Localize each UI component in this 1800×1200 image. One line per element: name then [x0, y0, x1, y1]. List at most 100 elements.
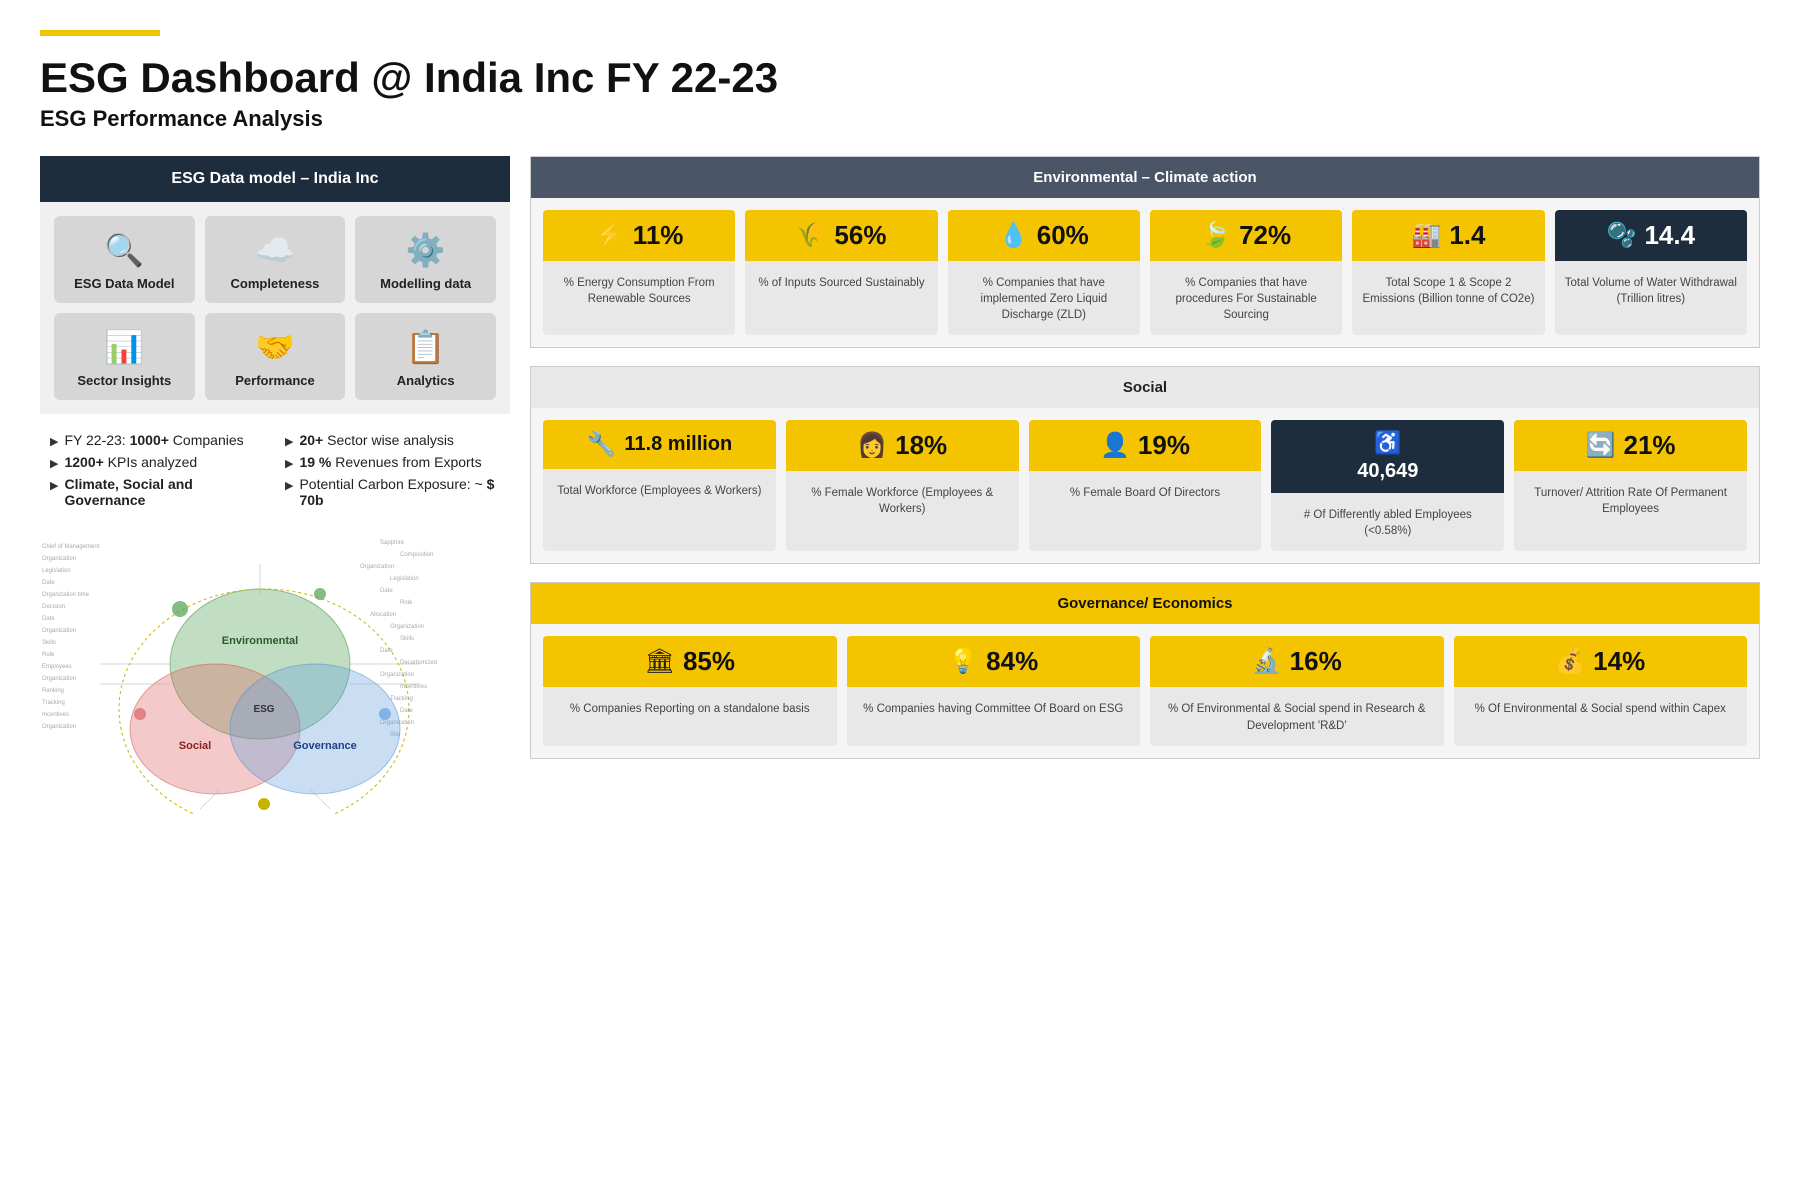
scope-value: 1.4	[1449, 220, 1485, 251]
gov-metric-committee: 💡 84% % Companies having Committee Of Bo…	[847, 636, 1141, 745]
female-board-value: 19%	[1138, 430, 1190, 461]
environmental-cards: ⚡ 11% % Energy Consumption From Renewabl…	[531, 198, 1759, 347]
env-metric-zld: 💧 60% % Companies that have implemented …	[948, 210, 1140, 335]
svg-text:Organization: Organization	[360, 564, 394, 570]
analytics-label: Analytics	[397, 373, 455, 388]
svg-text:Organization: Organization	[42, 628, 76, 634]
left-panel: ESG Data model – India Inc 🔍 ESG Data Mo…	[40, 156, 510, 814]
svg-text:Ranking: Ranking	[42, 688, 64, 694]
zld-label: % Companies that have implemented Zero L…	[958, 275, 1130, 323]
env-metric-water: 🫧 14.4 Total Volume of Water Withdrawal …	[1555, 210, 1747, 335]
svg-text:Composition: Composition	[400, 552, 433, 558]
performance-icon: 🤝	[255, 331, 295, 363]
card-sector-insights[interactable]: 📊 Sector Insights	[54, 313, 195, 400]
card-performance[interactable]: 🤝 Performance	[205, 313, 346, 400]
social-cards: 🔧 11.8 million Total Workforce (Employee…	[531, 408, 1759, 563]
arrow-icon: ▶	[285, 435, 293, 448]
capex-value: 14%	[1593, 646, 1645, 677]
card-esg-data-model[interactable]: 🔍 ESG Data Model	[54, 216, 195, 303]
svg-text:Organization: Organization	[42, 556, 76, 562]
completeness-icon: ☁️	[255, 234, 295, 266]
analytics-icon: 📋	[406, 331, 446, 363]
energy-icon: ⚡	[595, 221, 625, 250]
svg-text:Organization: Organization	[42, 676, 76, 682]
social-metric-female-board: 👤 19% % Female Board Of Directors	[1029, 420, 1262, 551]
capex-label: % Of Environmental & Social spend within…	[1475, 701, 1726, 717]
svg-text:Date: Date	[400, 708, 413, 714]
card-completeness[interactable]: ☁️ Completeness	[205, 216, 346, 303]
female-workforce-icon: 👩	[857, 431, 887, 460]
svg-text:Date: Date	[380, 648, 393, 654]
sourcing-label: % Companies that have procedures For Sus…	[1160, 275, 1332, 323]
model-grid: 🔍 ESG Data Model ☁️ Completeness ⚙️ Mode…	[40, 202, 510, 414]
rnd-label: % Of Environmental & Social spend in Res…	[1160, 701, 1434, 733]
bullet-climate: ▶ Climate, Social and Governance	[50, 476, 265, 508]
governance-cards: 🏛 85% % Companies Reporting on a standal…	[531, 624, 1759, 757]
svg-text:Date: Date	[42, 580, 55, 586]
sector-insights-label: Sector Insights	[77, 373, 171, 388]
performance-label: Performance	[235, 373, 314, 388]
rnd-icon: 🔬	[1252, 647, 1282, 676]
turnover-icon: 🔄	[1586, 431, 1616, 460]
svg-text:Legislation: Legislation	[390, 576, 419, 582]
svg-text:Environmental: Environmental	[222, 635, 298, 647]
svg-text:Incentives: Incentives	[42, 712, 69, 718]
reporting-label: % Companies Reporting on a standalone ba…	[570, 701, 810, 717]
zld-value: 60%	[1037, 220, 1089, 251]
differently-abled-value: 40,649	[1357, 460, 1418, 483]
svg-text:Tracking: Tracking	[42, 700, 65, 706]
social-metric-workforce: 🔧 11.8 million Total Workforce (Employee…	[543, 420, 776, 551]
bullet-kpis: ▶ 1200+ KPIs analyzed	[50, 454, 265, 470]
svg-text:Employees: Employees	[42, 664, 72, 670]
turnover-value: 21%	[1624, 430, 1676, 461]
left-panel-header: ESG Data model – India Inc	[40, 156, 510, 202]
scope-label: Total Scope 1 & Scope 2 Emissions (Billi…	[1362, 275, 1534, 307]
sector-insights-icon: 📊	[104, 331, 144, 363]
svg-text:Legislation: Legislation	[42, 568, 71, 574]
env-metric-sourcing: 🍃 72% % Companies that have procedures F…	[1150, 210, 1342, 335]
social-metric-differently-abled: ♿ 40,649 # Of Differently abled Employee…	[1271, 420, 1504, 551]
venn-diagram: Chief of Management Organization Legisla…	[40, 534, 510, 814]
gov-metric-reporting: 🏛 85% % Companies Reporting on a standal…	[543, 636, 837, 745]
energy-label: % Energy Consumption From Renewable Sour…	[553, 275, 725, 307]
bullet-section: ▶ FY 22-23: 1000+ Companies ▶ 1200+ KPIs…	[40, 414, 510, 524]
svg-text:Sapphire: Sapphire	[380, 540, 405, 546]
esg-data-model-label: ESG Data Model	[74, 276, 174, 291]
bullet-companies: ▶ FY 22-23: 1000+ Companies	[50, 432, 265, 448]
social-header: Social	[531, 367, 1759, 408]
arrow-icon: ▶	[285, 457, 293, 470]
workforce-value: 11.8 million	[624, 433, 732, 456]
sourcing-value: 72%	[1239, 220, 1291, 251]
completeness-label: Completeness	[231, 276, 320, 291]
svg-text:Date: Date	[380, 588, 393, 594]
svg-text:Organization: Organization	[42, 724, 76, 730]
gov-metric-capex: 💰 14% % Of Environmental & Social spend …	[1454, 636, 1748, 745]
reporting-icon: 🏛	[644, 647, 674, 676]
svg-text:Organization: Organization	[380, 672, 414, 678]
main-title: ESG Dashboard @ India Inc FY 22-23	[40, 54, 1760, 102]
governance-section: Governance/ Economics 🏛 85% % Companies …	[530, 582, 1760, 758]
modelling-data-label: Modelling data	[380, 276, 471, 291]
differently-abled-icon: ♿	[1374, 430, 1401, 456]
card-analytics[interactable]: 📋 Analytics	[355, 313, 496, 400]
inputs-icon: 🌾	[797, 221, 827, 250]
arrow-icon: ▶	[50, 435, 58, 448]
scope-icon: 🏭	[1411, 221, 1441, 250]
gov-metric-rnd: 🔬 16% % Of Environmental & Social spend …	[1150, 636, 1444, 745]
svg-text:Decision: Decision	[42, 604, 65, 610]
differently-abled-label: # Of Differently abled Employees (<0.58%…	[1281, 507, 1494, 539]
female-board-label: % Female Board Of Directors	[1070, 485, 1220, 501]
svg-text:Role: Role	[400, 600, 413, 606]
inputs-value: 56%	[834, 220, 886, 251]
svg-text:Role: Role	[42, 652, 55, 658]
svg-text:Organization time: Organization time	[42, 592, 90, 598]
svg-text:Chief of Management: Chief of Management	[42, 544, 100, 550]
workforce-label: Total Workforce (Employees & Workers)	[557, 483, 761, 499]
svg-text:Governance: Governance	[293, 740, 357, 752]
card-modelling-data[interactable]: ⚙️ Modelling data	[355, 216, 496, 303]
svg-text:Social: Social	[179, 740, 211, 752]
right-panel: Environmental – Climate action ⚡ 11% % E…	[530, 156, 1760, 814]
inputs-label: % of Inputs Sourced Sustainably	[758, 275, 924, 291]
arrow-icon: ▶	[50, 479, 58, 492]
environmental-section: Environmental – Climate action ⚡ 11% % E…	[530, 156, 1760, 348]
